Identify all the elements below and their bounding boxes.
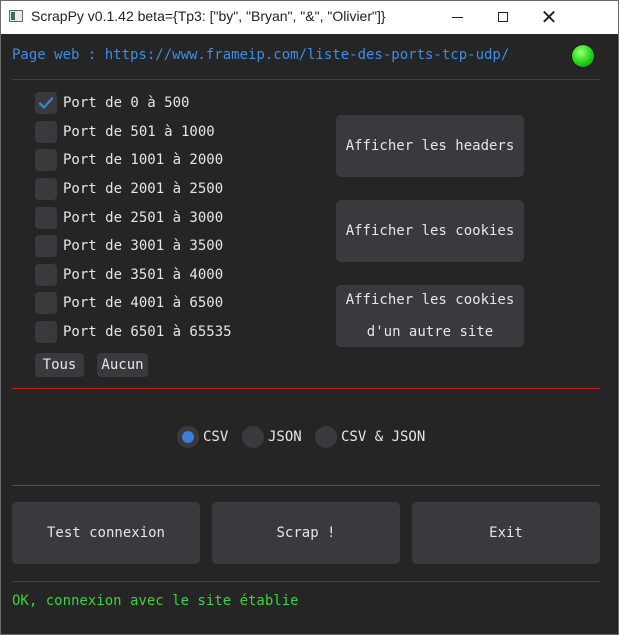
connection-status-led-icon <box>572 45 594 67</box>
close-button[interactable]: ✕ <box>526 1 572 33</box>
select-all-button[interactable]: Tous <box>35 353 84 377</box>
port-checkbox-row[interactable]: Port de 2501 à 3000 <box>35 207 223 229</box>
divider <box>12 388 600 389</box>
scrap-button[interactable]: Scrap ! <box>212 502 400 564</box>
app-icon <box>9 10 23 22</box>
select-none-button[interactable]: Aucun <box>97 353 148 377</box>
radio-button[interactable] <box>315 426 337 448</box>
show-cookies-button[interactable]: Afficher les cookies <box>336 200 524 262</box>
app-window: ScrapPy v0.1.42 beta={Tp3: ["by", "Bryan… <box>0 0 619 635</box>
port-checkbox[interactable] <box>35 92 57 114</box>
port-checkbox-row[interactable]: Port de 6501 à 65535 <box>35 321 232 343</box>
port-checkbox[interactable] <box>35 264 57 286</box>
port-checkbox-label: Port de 2501 à 3000 <box>63 210 224 226</box>
port-checkbox-row[interactable]: Port de 501 à 1000 <box>35 121 215 143</box>
divider <box>12 581 600 582</box>
port-checkbox[interactable] <box>35 292 57 314</box>
show-other-site-cookies-button[interactable]: Afficher les cookies d'un autre site <box>336 285 524 347</box>
port-checkbox-label: Port de 4001 à 6500 <box>63 295 224 311</box>
port-checkbox-row[interactable]: Port de 1001 à 2000 <box>35 149 223 171</box>
format-radio-label: JSON <box>268 429 302 445</box>
divider <box>12 79 600 80</box>
format-radio-csv[interactable]: CSV <box>177 426 228 448</box>
port-checkbox-row[interactable]: Port de 2001 à 2500 <box>35 178 223 200</box>
checkmark-icon <box>38 97 54 109</box>
port-checkbox[interactable] <box>35 121 57 143</box>
port-checkbox[interactable] <box>35 235 57 257</box>
show-other-site-cookies-label-line2: d'un autre site <box>366 324 494 340</box>
port-checkbox[interactable] <box>35 149 57 171</box>
port-checkbox-label: Port de 3001 à 3500 <box>63 238 224 254</box>
port-checkbox-row[interactable]: Port de 0 à 500 <box>35 92 189 114</box>
port-checkbox-label: Port de 501 à 1000 <box>63 124 215 140</box>
port-checkbox[interactable] <box>35 178 57 200</box>
port-checkbox-label: Port de 0 à 500 <box>63 95 190 111</box>
minimize-icon <box>451 16 463 18</box>
page-url-label: Page web : https://www.frameip.com/liste… <box>12 47 510 63</box>
port-checkbox-row[interactable]: Port de 3001 à 3500 <box>35 235 223 257</box>
test-connection-button[interactable]: Test connexion <box>12 502 200 564</box>
show-other-site-cookies-label-line1: Afficher les cookies <box>345 292 515 308</box>
show-cookies-label: Afficher les cookies <box>345 223 515 239</box>
format-radio-json[interactable]: JSON <box>242 426 302 448</box>
title-bar: ScrapPy v0.1.42 beta={Tp3: ["by", "Bryan… <box>1 1 618 34</box>
port-checkbox[interactable] <box>35 321 57 343</box>
port-checkbox-label: Port de 3501 à 4000 <box>63 267 224 283</box>
exit-button[interactable]: Exit <box>412 502 600 564</box>
port-checkbox-row[interactable]: Port de 3501 à 4000 <box>35 264 223 286</box>
radio-button[interactable] <box>242 426 264 448</box>
port-checkbox-label: Port de 6501 à 65535 <box>63 324 232 340</box>
format-radio-label: CSV & JSON <box>341 429 426 445</box>
show-headers-button[interactable]: Afficher les headers <box>336 115 524 177</box>
maximize-icon <box>498 12 508 22</box>
port-checkbox-label: Port de 1001 à 2000 <box>63 152 224 168</box>
window-title: ScrapPy v0.1.42 beta={Tp3: ["by", "Bryan… <box>31 8 386 24</box>
format-radio-csv-json[interactable]: CSV & JSON <box>315 426 425 448</box>
close-icon: ✕ <box>540 5 558 29</box>
port-checkbox[interactable] <box>35 207 57 229</box>
status-message: OK, connexion avec le site établie <box>12 593 299 609</box>
radio-button[interactable] <box>177 426 199 448</box>
format-radio-label: CSV <box>203 429 229 445</box>
show-headers-label: Afficher les headers <box>345 138 515 154</box>
maximize-button[interactable] <box>480 1 526 33</box>
port-checkbox-row[interactable]: Port de 4001 à 6500 <box>35 292 223 314</box>
port-checkbox-label: Port de 2001 à 2500 <box>63 181 224 197</box>
divider <box>12 485 600 486</box>
minimize-button[interactable] <box>434 1 480 33</box>
